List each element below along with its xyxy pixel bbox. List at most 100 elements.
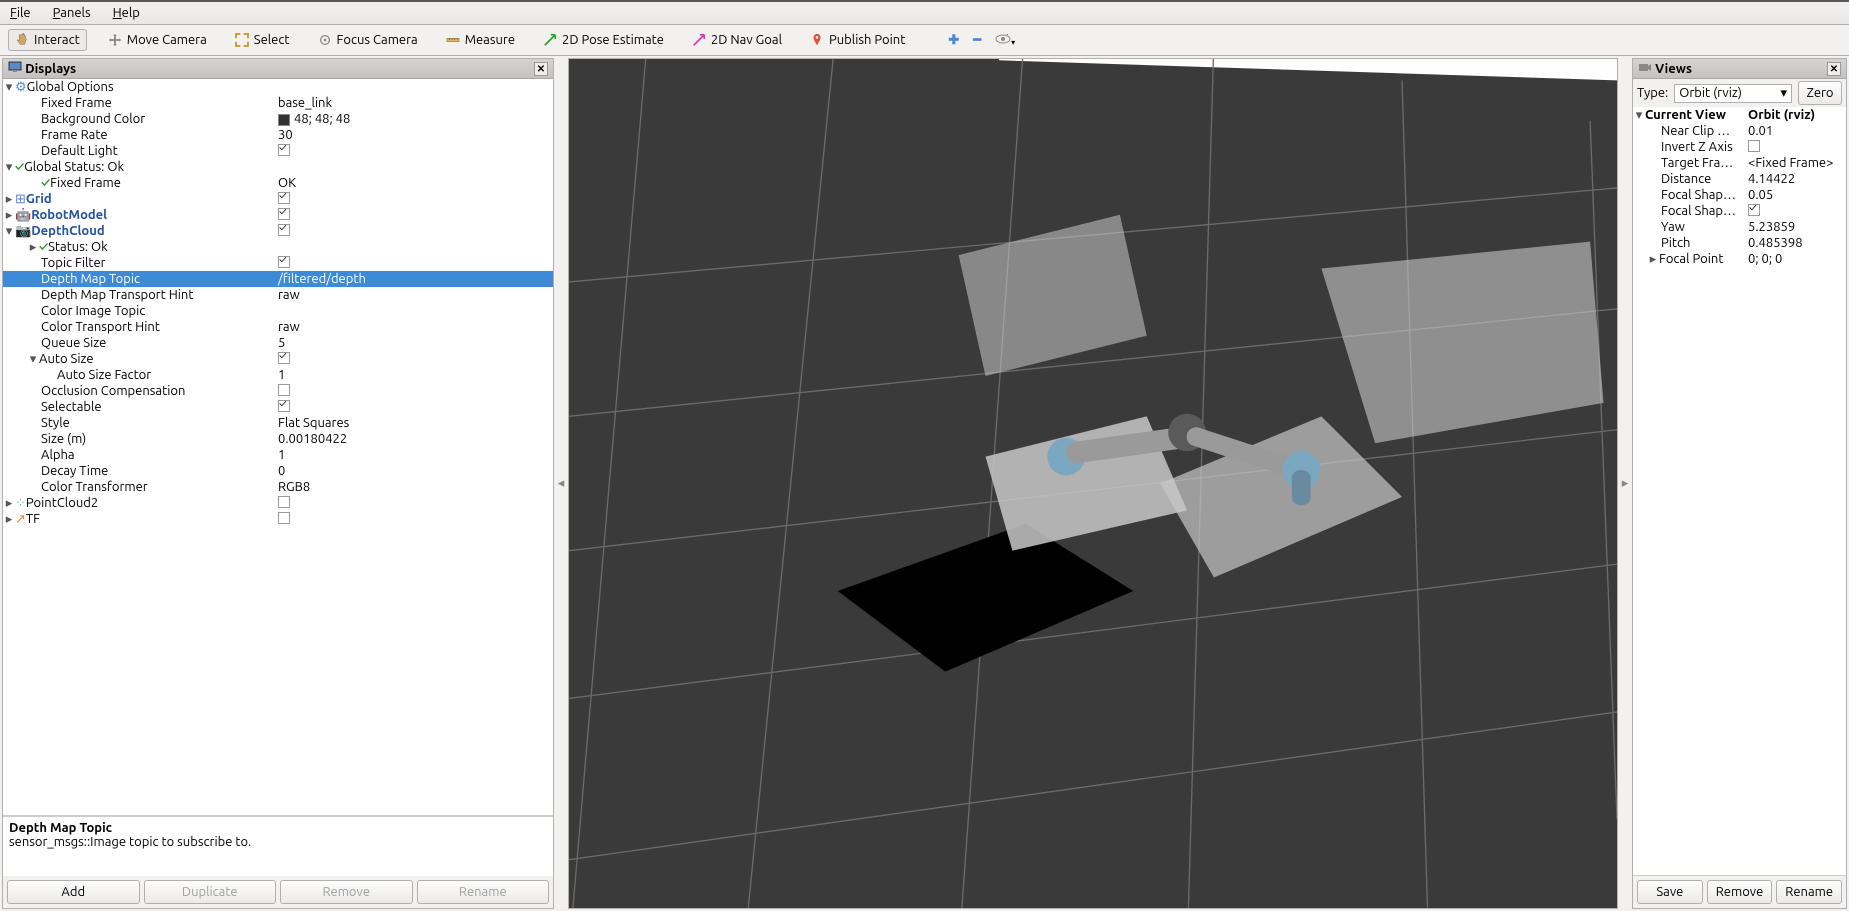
prop-style[interactable]: StyleFlat Squares bbox=[3, 415, 553, 431]
select-button[interactable]: Select bbox=[228, 29, 297, 51]
prop-bg-color[interactable]: Background Color48; 48; 48 bbox=[3, 111, 553, 127]
prop-invert-z[interactable]: Invert Z Axis bbox=[1633, 139, 1846, 155]
views-remove-button[interactable]: Remove bbox=[1707, 880, 1773, 904]
displays-close-icon[interactable]: ✕ bbox=[534, 62, 548, 76]
splitter-right[interactable]: ▸ bbox=[1620, 56, 1630, 911]
monitor-icon bbox=[8, 61, 22, 73]
color-swatch bbox=[278, 114, 290, 126]
tree-grid[interactable]: ⊞ Grid bbox=[3, 191, 553, 207]
views-header[interactable]: Views ✕ bbox=[1633, 59, 1846, 79]
prop-yaw[interactable]: Yaw5.23859 bbox=[1633, 219, 1846, 235]
prop-auto-size-factor[interactable]: Auto Size Factor1 bbox=[3, 367, 553, 383]
pose-estimate-button[interactable]: 2D Pose Estimate bbox=[536, 29, 671, 51]
prop-decay[interactable]: Decay Time0 bbox=[3, 463, 553, 479]
measure-label: Measure bbox=[465, 33, 515, 47]
interact-button[interactable]: Interact bbox=[8, 29, 87, 51]
checkbox[interactable] bbox=[278, 352, 290, 364]
prop-pitch[interactable]: Pitch0.485398 bbox=[1633, 235, 1846, 251]
prop-target-frame[interactable]: Target Fra…<Fixed Frame> bbox=[1633, 155, 1846, 171]
help-box: Depth Map Topic sensor_msgs::Image topic… bbox=[3, 816, 553, 876]
prop-color-image-topic[interactable]: Color Image Topic bbox=[3, 303, 553, 319]
prop-color-hint[interactable]: Color Transport Hintraw bbox=[3, 319, 553, 335]
tree-robot-model[interactable]: 🤖 RobotModel bbox=[3, 207, 553, 223]
prop-frame-rate[interactable]: Frame Rate30 bbox=[3, 127, 553, 143]
prop-alpha[interactable]: Alpha1 bbox=[3, 447, 553, 463]
menu-help[interactable]: Help bbox=[109, 4, 144, 22]
prop-occlusion[interactable]: Occlusion Compensation bbox=[3, 383, 553, 399]
checkbox[interactable] bbox=[278, 400, 290, 412]
prop-depth-map-hint[interactable]: Depth Map Transport Hintraw bbox=[3, 287, 553, 303]
tree-global-status[interactable]: ✓ Global Status: Ok bbox=[3, 159, 553, 175]
menu-file[interactable]: File bbox=[6, 4, 35, 22]
views-save-button[interactable]: Save bbox=[1637, 880, 1703, 904]
displays-buttons: Add Duplicate Remove Rename bbox=[3, 876, 553, 908]
checkbox[interactable] bbox=[1748, 204, 1760, 216]
select-icon bbox=[235, 33, 249, 47]
tree-tf[interactable]: ↗ TF bbox=[3, 511, 553, 527]
move-camera-button[interactable]: Move Camera bbox=[101, 29, 214, 51]
prop-topic-filter[interactable]: Topic Filter bbox=[3, 255, 553, 271]
menu-panels[interactable]: Panels bbox=[49, 4, 95, 22]
eye-icon[interactable]: ▾ bbox=[995, 33, 1015, 48]
prop-status-fixed-frame[interactable]: ✓ Fixed FrameOK bbox=[3, 175, 553, 191]
remove-button[interactable]: Remove bbox=[280, 880, 413, 904]
checkbox[interactable] bbox=[278, 192, 290, 204]
prop-color-transformer[interactable]: Color TransformerRGB8 bbox=[3, 479, 553, 495]
tree-dc-status[interactable]: ✓ Status: Ok bbox=[3, 239, 553, 255]
prop-auto-size[interactable]: Auto Size bbox=[3, 351, 553, 367]
checkbox[interactable] bbox=[278, 384, 290, 396]
views-type-row: Type: Orbit (rviz)▾ Zero bbox=[1633, 79, 1846, 107]
focus-camera-button[interactable]: Focus Camera bbox=[311, 29, 425, 51]
tree-pointcloud2[interactable]: ⁘ PointCloud2 bbox=[3, 495, 553, 511]
help-desc: sensor_msgs::Image topic to subscribe to… bbox=[9, 835, 547, 849]
publish-point-button[interactable]: Publish Point bbox=[803, 29, 912, 51]
tree-global-options[interactable]: ⚙ Global Options bbox=[3, 79, 553, 95]
splitter-left[interactable]: ◂ bbox=[556, 56, 566, 911]
checkbox[interactable] bbox=[278, 224, 290, 236]
prop-focal-shape-size[interactable]: Focal Shap…0.05 bbox=[1633, 187, 1846, 203]
arrow-pink-icon bbox=[692, 33, 706, 47]
displays-tree[interactable]: ⚙ Global Options Fixed Framebase_link Ba… bbox=[3, 79, 553, 816]
viewport-scene bbox=[569, 59, 1617, 908]
interact-label: Interact bbox=[34, 33, 80, 47]
prop-size-m[interactable]: Size (m)0.00180422 bbox=[3, 431, 553, 447]
tree-focal-point[interactable]: Focal Point0; 0; 0 bbox=[1633, 251, 1846, 267]
prop-fixed-frame[interactable]: Fixed Framebase_link bbox=[3, 95, 553, 111]
ruler-icon bbox=[446, 33, 460, 47]
checkbox[interactable] bbox=[1748, 140, 1760, 152]
checkbox[interactable] bbox=[278, 208, 290, 220]
displays-header[interactable]: Displays ✕ bbox=[3, 59, 553, 79]
prop-selectable[interactable]: Selectable bbox=[3, 399, 553, 415]
focus-camera-label: Focus Camera bbox=[337, 33, 418, 47]
displays-panel: Displays ✕ ⚙ Global Options Fixed Frameb… bbox=[2, 58, 554, 909]
minus-icon[interactable]: ━ bbox=[973, 33, 981, 48]
checkbox[interactable] bbox=[278, 256, 290, 268]
menubar: File Panels Help bbox=[0, 0, 1849, 25]
tree-depth-cloud[interactable]: 📷 DepthCloud bbox=[3, 223, 553, 239]
prop-distance[interactable]: Distance4.14422 bbox=[1633, 171, 1846, 187]
prop-default-light[interactable]: Default Light bbox=[3, 143, 553, 159]
tree-current-view[interactable]: Current ViewOrbit (rviz) bbox=[1633, 107, 1846, 123]
prop-queue-size[interactable]: Queue Size5 bbox=[3, 335, 553, 351]
prop-depth-map-topic[interactable]: Depth Map Topic/filtered/depth bbox=[3, 271, 553, 287]
prop-near-clip[interactable]: Near Clip …0.01 bbox=[1633, 123, 1846, 139]
type-select[interactable]: Orbit (rviz)▾ bbox=[1674, 84, 1792, 103]
nav-goal-button[interactable]: 2D Nav Goal bbox=[685, 29, 789, 51]
plus-icon[interactable]: ✚ bbox=[948, 33, 959, 48]
add-button[interactable]: Add bbox=[7, 880, 140, 904]
select-label: Select bbox=[254, 33, 290, 47]
views-close-icon[interactable]: ✕ bbox=[1827, 62, 1841, 76]
views-tree[interactable]: Current ViewOrbit (rviz) Near Clip …0.01… bbox=[1633, 107, 1846, 876]
rename-button[interactable]: Rename bbox=[417, 880, 550, 904]
checkbox[interactable] bbox=[278, 512, 290, 524]
views-rename-button[interactable]: Rename bbox=[1776, 880, 1842, 904]
displays-title: Displays bbox=[25, 62, 76, 76]
prop-focal-shape-fixed[interactable]: Focal Shap… bbox=[1633, 203, 1846, 219]
checkbox[interactable] bbox=[278, 144, 290, 156]
views-title: Views bbox=[1655, 62, 1692, 76]
measure-button[interactable]: Measure bbox=[439, 29, 522, 51]
duplicate-button[interactable]: Duplicate bbox=[144, 880, 277, 904]
zero-button[interactable]: Zero bbox=[1798, 81, 1842, 105]
3d-viewport[interactable] bbox=[568, 58, 1618, 909]
checkbox[interactable] bbox=[278, 496, 290, 508]
